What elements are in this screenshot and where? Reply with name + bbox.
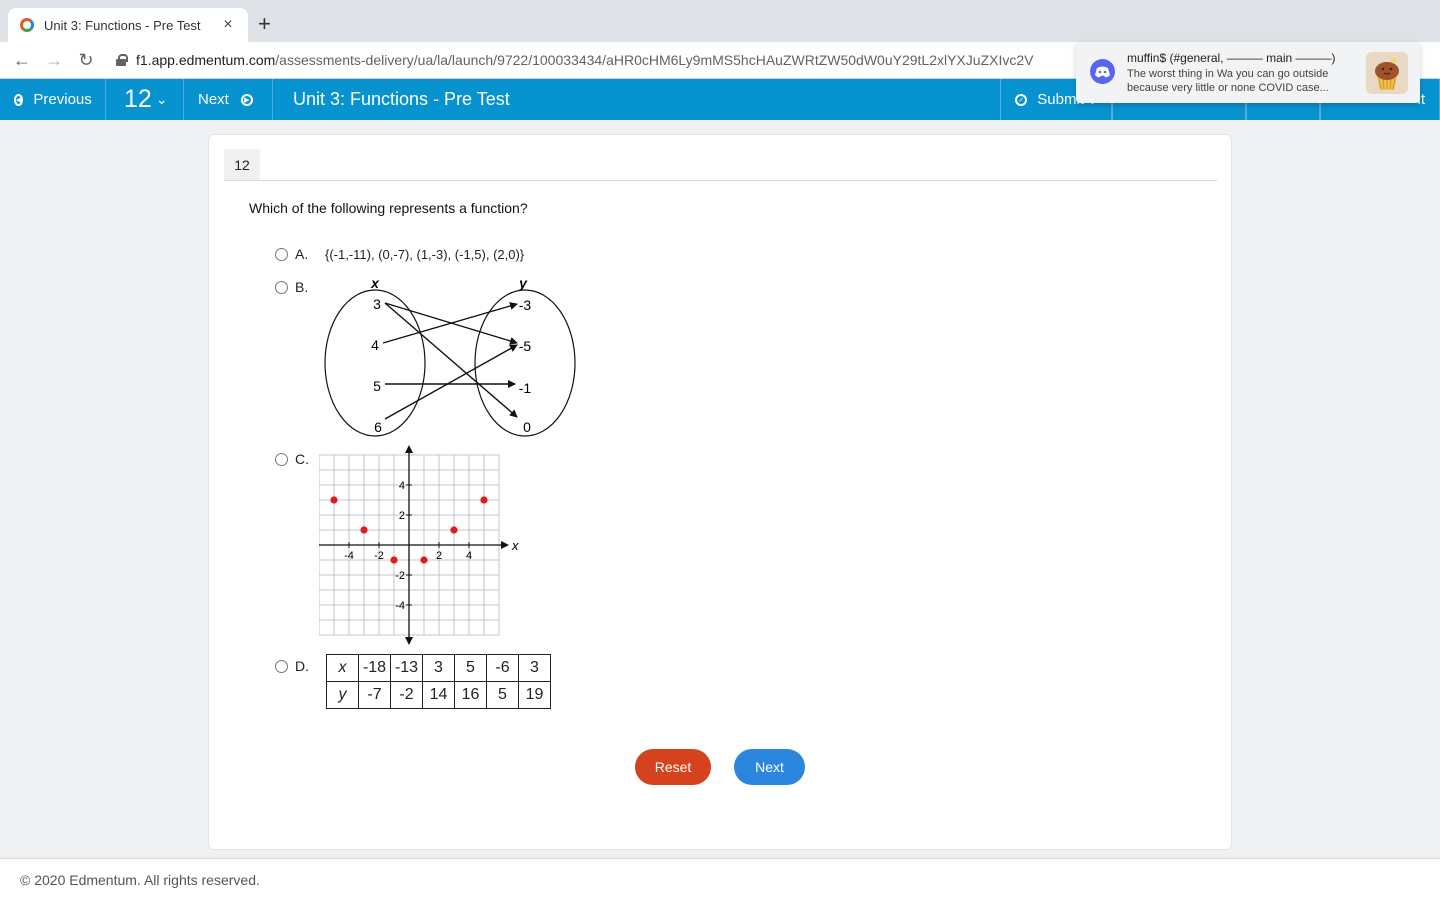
data-point	[420, 556, 428, 564]
discord-icon	[1090, 59, 1115, 84]
url-path: /assessments-delivery/ua/la/launch/9722/…	[275, 52, 1034, 68]
table-header-y: y	[326, 681, 359, 709]
reset-button[interactable]: Reset	[635, 749, 711, 785]
option-c-letter: C.	[295, 451, 309, 467]
range-value: -5	[519, 338, 532, 354]
table-cell: 5	[486, 681, 519, 709]
x-axis-arrow-right	[501, 541, 509, 549]
x-tick-label: 2	[436, 550, 442, 562]
radio-option-b[interactable]	[275, 280, 288, 294]
assessment-title: Unit 3: Functions - Pre Test	[293, 89, 510, 109]
muffin-avatar	[1366, 52, 1408, 94]
url-host: f1.app.edmentum.com	[136, 52, 276, 68]
table-row-x: x -18 -13 3 5 -6 3	[326, 654, 551, 682]
table-cell: 14	[422, 681, 455, 709]
url-field[interactable]: f1.app.edmentum.com/assessments-delivery…	[116, 52, 1116, 68]
edmentum-favicon-icon	[20, 18, 34, 32]
y-tick-label: 2	[399, 510, 405, 522]
chevron-down-icon: ⌄	[155, 91, 168, 107]
question-number: 12	[124, 85, 152, 113]
divider	[224, 180, 1217, 181]
y-tick-label: -2	[395, 570, 405, 582]
domain-value: 4	[371, 337, 379, 353]
option-b[interactable]: B.	[275, 279, 308, 295]
table-cell: 16	[454, 681, 487, 709]
y-tick-label: 4	[399, 480, 405, 492]
mapping-diagram: x y 3 4 5 6 -3 -5 -1 0	[324, 275, 576, 437]
page-footer: © 2020 Edmentum. All rights reserved.	[0, 858, 1440, 900]
domain-value: 6	[374, 419, 382, 435]
previous-label: Previous	[33, 91, 92, 108]
back-icon[interactable]: ←	[6, 50, 38, 71]
table-cell: -6	[486, 654, 519, 682]
y-tick-label: -4	[395, 600, 405, 612]
option-d-letter: D.	[295, 658, 309, 674]
range-value: -3	[519, 297, 532, 313]
data-point	[330, 496, 338, 504]
radio-option-a[interactable]	[275, 247, 288, 261]
x-tick-label: -2	[374, 550, 384, 562]
table-row-y: y -7 -2 14 16 5 19	[326, 681, 551, 709]
arrow-right-circle-icon: ▶	[240, 93, 253, 106]
radio-option-c[interactable]	[275, 452, 288, 466]
option-c[interactable]: C.	[275, 451, 309, 467]
data-point	[360, 526, 368, 534]
data-point	[390, 556, 398, 564]
table-cell: 5	[454, 654, 487, 682]
browser-tab[interactable]: Unit 3: Functions - Pre Test ×	[8, 8, 248, 42]
y-axis-arrow-down	[405, 637, 413, 645]
table-cell: 3	[518, 654, 551, 682]
option-d[interactable]: D.	[275, 658, 309, 674]
notification-body: The worst thing in Wa you can go outside…	[1127, 68, 1329, 94]
notification-header: muffin$ (#general, ——— main ———)	[1127, 51, 1336, 65]
coordinate-plane-graph: xy -4-22442-2-4	[319, 445, 519, 645]
next-label: Next	[198, 91, 229, 108]
arrow-left-circle-icon: ◀	[14, 93, 24, 106]
mapping-arrow	[384, 302, 518, 418]
option-a-letter: A.	[295, 246, 309, 262]
mapping-arrow	[384, 344, 518, 420]
y-axis-arrow-up	[405, 445, 413, 453]
tab-title: Unit 3: Functions - Pre Test	[44, 17, 201, 33]
table-header-x: x	[326, 654, 359, 682]
data-point	[480, 496, 488, 504]
question-number-dropdown[interactable]: 12 ⌄	[106, 79, 184, 120]
range-value: -1	[519, 380, 532, 396]
reload-icon[interactable]: ↻	[70, 50, 102, 71]
forward-icon[interactable]: →	[38, 50, 70, 71]
discord-notification[interactable]: muffin$ (#general, ——— main ———) The wor…	[1076, 42, 1420, 103]
question-card: 12 Which of the following represents a f…	[208, 134, 1232, 850]
domain-value: 3	[373, 296, 381, 312]
check-circle-icon: ✓	[1015, 93, 1028, 106]
option-b-letter: B.	[295, 279, 309, 295]
new-tab-icon[interactable]: +	[258, 12, 271, 36]
table-cell: -2	[390, 681, 423, 709]
table-cell: -13	[390, 654, 423, 682]
browser-tab-bar: Unit 3: Functions - Pre Test × +	[0, 0, 1440, 42]
x-tick-label: -4	[344, 550, 354, 562]
option-a-text: {(-1,-11), (0,-7), (1,-3), (-1,5), (2,0)…	[325, 247, 525, 262]
option-a[interactable]: A.	[275, 246, 308, 262]
previous-button[interactable]: ◀ Previous	[0, 79, 106, 120]
domain-value: 5	[373, 378, 381, 394]
range-value: 0	[523, 419, 531, 435]
xy-table: x -18 -13 3 5 -6 3 y -7 -2 14 16 5 19	[326, 654, 551, 709]
lock-icon	[116, 54, 128, 66]
mapping-y-label: y	[518, 275, 528, 291]
x-axis-label: x	[511, 538, 519, 553]
table-cell: 19	[518, 681, 551, 709]
x-tick-label: 4	[466, 550, 472, 562]
mapping-x-label: x	[370, 275, 380, 291]
table-cell: -7	[358, 681, 391, 709]
copyright-text: © 2020 Edmentum. All rights reserved.	[20, 872, 260, 888]
table-cell: -18	[358, 654, 391, 682]
next-button[interactable]: Next	[734, 749, 805, 785]
data-point	[450, 526, 458, 534]
close-tab-icon[interactable]: ×	[220, 16, 236, 34]
question-number-badge: 12	[224, 149, 260, 180]
radio-option-d[interactable]	[275, 659, 288, 673]
next-toolbar-button[interactable]: Next ▶	[184, 79, 273, 120]
table-cell: 3	[422, 654, 455, 682]
question-prompt: Which of the following represents a func…	[249, 200, 528, 216]
